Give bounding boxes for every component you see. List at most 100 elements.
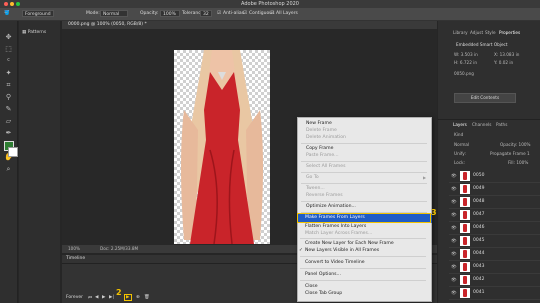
eye-icon[interactable]: 👁 xyxy=(451,265,457,270)
menu-item-new-layers-visible[interactable]: New Layers Visible in All Frames xyxy=(305,248,379,253)
menu-item-create-new-layer[interactable]: Create New Layer for Each New Frame xyxy=(305,241,394,246)
delete-frame-icon[interactable]: 🗑 xyxy=(144,295,150,300)
opacity-label: Opacity: xyxy=(140,11,159,16)
eraser-tool-icon[interactable]: ▱ xyxy=(4,117,13,126)
menu-item-paste-frame[interactable]: Paste Frame... xyxy=(306,153,339,158)
layer-row[interactable]: 👁 0050 xyxy=(449,170,540,183)
background-color-swatch[interactable] xyxy=(8,147,18,157)
prev-frame-icon[interactable]: ◀ xyxy=(95,295,98,300)
new-frame-icon[interactable]: ⊕ xyxy=(136,295,140,300)
crop-tool-icon[interactable]: ⌗ xyxy=(4,81,13,90)
patterns-tab[interactable]: ▦ Patterns xyxy=(22,30,46,40)
mode-select[interactable]: Normal xyxy=(100,10,128,17)
width-value[interactable]: W: 3.503 in xyxy=(454,52,478,57)
eye-icon[interactable]: 👁 xyxy=(451,252,457,257)
callout-3: 3 xyxy=(431,208,437,217)
menu-item-new-frame[interactable]: New Frame xyxy=(306,121,332,126)
edit-contents-button[interactable]: Edit Contents xyxy=(454,93,516,103)
tab-library[interactable]: Library xyxy=(453,30,468,35)
play-icon[interactable]: ▶ xyxy=(102,295,105,300)
eye-icon[interactable]: 👁 xyxy=(451,213,457,218)
tab-channels[interactable]: Channels xyxy=(472,122,491,127)
blend-mode-select[interactable]: Normal xyxy=(454,142,469,147)
mode-label: Mode: xyxy=(86,11,100,16)
eye-icon[interactable]: 👁 xyxy=(451,278,457,283)
layer-row[interactable]: 👁 0042 xyxy=(449,274,540,287)
all-layers-checkbox[interactable]: ☐ xyxy=(270,11,274,16)
lasso-tool-icon[interactable]: ᑦ xyxy=(4,57,13,66)
canvas-image[interactable] xyxy=(174,50,270,245)
tab-style[interactable]: Style xyxy=(485,30,496,35)
tween-icon[interactable]: ▶ xyxy=(126,295,129,300)
layer-row[interactable]: 👁 0047 xyxy=(449,209,540,222)
move-tool-icon[interactable]: ✥ xyxy=(4,33,13,42)
menu-item-optimize-animation[interactable]: Optimize Animation... xyxy=(306,204,356,209)
checkmark-icon: ✓ xyxy=(299,248,303,253)
timeline-tab[interactable]: Timeline xyxy=(66,256,85,261)
height-value[interactable]: H: 6.722 in xyxy=(454,60,477,65)
y-value[interactable]: Y: 0.02 in xyxy=(494,60,513,65)
magic-wand-tool-icon[interactable]: ✦ xyxy=(4,69,13,78)
layer-name: 0045 xyxy=(473,238,485,243)
propagate-frame-checkbox[interactable]: Propagate Frame 1 xyxy=(490,151,530,156)
opacity-field[interactable]: 100% xyxy=(160,10,180,17)
x-value[interactable]: X: 13.083 in xyxy=(494,52,519,57)
layer-row[interactable]: 👁 0048 xyxy=(449,196,540,209)
menu-item-tween[interactable]: Tween... xyxy=(306,186,325,191)
fill-value[interactable]: Fill: 100% xyxy=(508,160,528,165)
next-frame-icon[interactable]: ▶| xyxy=(109,295,114,300)
filter-kind-select[interactable]: Kind xyxy=(454,132,463,137)
paint-bucket-tool-icon[interactable]: 🪣 xyxy=(4,11,10,16)
antialias-checkbox[interactable]: ☑ xyxy=(217,11,221,16)
layer-row[interactable]: 👁 0041 xyxy=(449,287,540,300)
menu-separator xyxy=(300,256,426,257)
tolerance-field[interactable]: 32 xyxy=(200,10,212,17)
menu-item-close[interactable]: Close xyxy=(305,284,318,289)
zoom-level[interactable]: 100% xyxy=(68,246,80,251)
layer-row[interactable]: 👁 0044 xyxy=(449,248,540,261)
menu-item-go-to[interactable]: Go To xyxy=(306,175,319,180)
menu-item-select-all-frames[interactable]: Select All Frames xyxy=(306,164,346,169)
tab-layers[interactable]: Layers xyxy=(453,122,467,127)
eye-icon[interactable]: 👁 xyxy=(451,291,457,296)
eyedropper-tool-icon[interactable]: ⚲ xyxy=(4,93,13,102)
doc-size-info[interactable]: Doc: 2.25M/33.8M xyxy=(100,246,138,251)
layer-thumbnail xyxy=(460,197,470,207)
marquee-tool-icon[interactable]: ⬚ xyxy=(4,45,13,54)
options-bar: 🪣 Foreground Mode: Normal Opacity: 100% … xyxy=(0,8,540,21)
menu-item-reverse-frames[interactable]: Reverse Frames xyxy=(306,193,343,198)
menu-item-panel-options[interactable]: Panel Options... xyxy=(305,272,341,277)
loop-select[interactable]: Forever xyxy=(66,295,83,300)
menu-item-delete-frame[interactable]: Delete Frame xyxy=(306,128,337,133)
fill-source-select[interactable]: Foreground xyxy=(22,10,54,17)
eye-icon[interactable]: 👁 xyxy=(451,187,457,192)
document-tab[interactable]: 0000.png @ 100% (0050, RGB/8) * xyxy=(62,21,437,29)
layer-row[interactable]: 👁 0043 xyxy=(449,261,540,274)
eye-icon[interactable]: 👁 xyxy=(451,200,457,205)
eye-icon[interactable]: 👁 xyxy=(451,239,457,244)
eye-icon[interactable]: 👁 xyxy=(451,226,457,231)
panel-divider xyxy=(438,119,540,120)
tab-adjust[interactable]: Adjust xyxy=(470,30,483,35)
eye-icon[interactable]: 👁 xyxy=(451,174,457,179)
first-frame-icon[interactable]: ⏮ xyxy=(88,295,92,301)
menu-item-convert-video-timeline[interactable]: Convert to Video Timeline xyxy=(305,260,365,265)
brush-tool-icon[interactable]: ✎ xyxy=(4,105,13,114)
menu-item-close-tab-group[interactable]: Close Tab Group xyxy=(305,291,342,296)
menu-item-flatten-frames[interactable]: Flatten Frames Into Layers xyxy=(305,224,366,229)
layer-row[interactable]: 👁 0045 xyxy=(449,235,540,248)
layer-row[interactable]: 👁 0049 xyxy=(449,183,540,196)
menu-item-match-layer[interactable]: Match Layer Across Frames... xyxy=(305,231,372,236)
layer-name: 0043 xyxy=(473,264,485,269)
layer-name: 0048 xyxy=(473,199,485,204)
pen-tool-icon[interactable]: ✒ xyxy=(4,129,13,138)
zoom-tool-icon[interactable]: ⌕ xyxy=(4,165,13,174)
tab-properties[interactable]: Properties xyxy=(499,30,520,35)
tab-paths[interactable]: Paths xyxy=(496,122,507,127)
contiguous-checkbox[interactable]: ☑ xyxy=(243,11,247,16)
menu-item-copy-frame[interactable]: Copy Frame xyxy=(306,146,333,151)
layer-row[interactable]: 👁 0046 xyxy=(449,222,540,235)
patterns-panel: ▦ Patterns xyxy=(19,21,60,303)
menu-item-delete-animation[interactable]: Delete Animation xyxy=(306,135,346,140)
layer-opacity[interactable]: Opacity: 100% xyxy=(500,142,531,147)
